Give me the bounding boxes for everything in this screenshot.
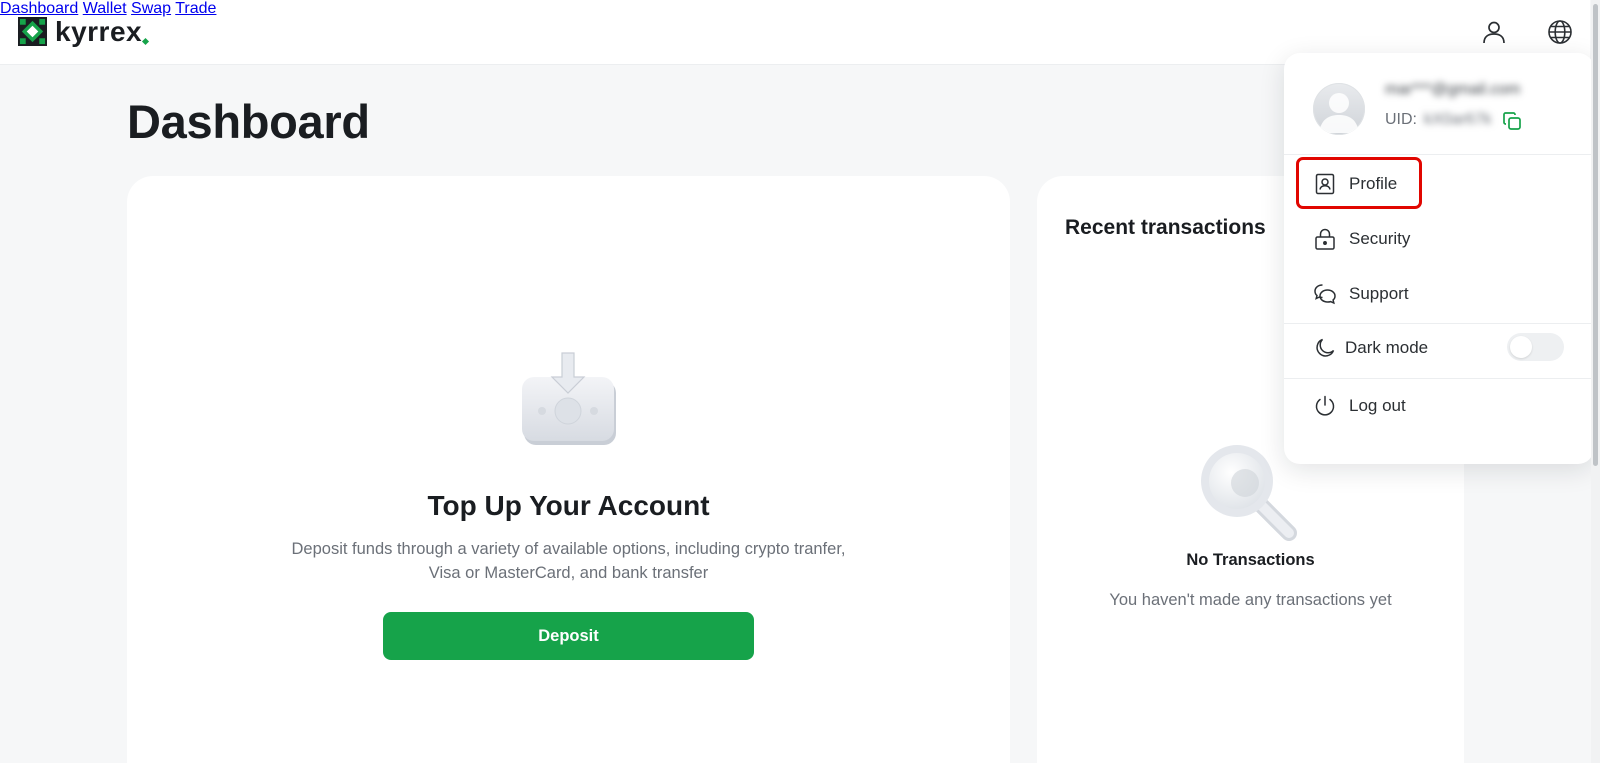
menu-item-label: Security [1349,229,1411,248]
globe-icon[interactable] [1547,19,1573,45]
user-dropdown-menu: mar***@gmail.com UID: kX0ar67k Profile S… [1284,53,1594,464]
page-title: Dashboard [127,95,370,148]
user-icon[interactable] [1481,19,1507,45]
avatar [1313,83,1365,135]
no-transactions-description: You haven't made any transactions yet [1109,591,1392,609]
menu-item-logout[interactable]: Log out [1284,385,1594,427]
topup-card: Top Up Your Account Deposit funds throug… [127,176,1010,763]
copy-icon[interactable] [1502,111,1522,131]
menu-item-support[interactable]: Support [1284,273,1594,315]
menu-divider [1284,323,1594,324]
moon-icon [1316,338,1335,357]
menu-divider [1284,154,1594,155]
lock-icon [1315,228,1335,250]
uid-label: UID: [1385,111,1417,128]
toggle-knob [1510,336,1532,358]
uid-value: kX0ar67k [1424,111,1492,128]
nav-swap[interactable]: Swap [131,0,171,17]
power-icon [1315,395,1335,416]
user-email: mar***@gmail.com [1385,81,1521,98]
profile-highlight-box [1296,157,1422,209]
nav-dashboard[interactable]: Dashboard [0,0,78,17]
menu-item-label: Support [1349,284,1409,303]
avatar-placeholder-icon [1319,93,1359,133]
menu-item-security[interactable]: Security [1284,218,1594,260]
page-scrollbar[interactable] [1591,0,1600,763]
deposit-cash-icon [522,352,616,445]
scrollbar-thumb[interactable] [1593,4,1598,466]
topup-description: Deposit funds through a variety of avail… [291,540,846,582]
nav-trade[interactable]: Trade [175,0,216,17]
main-nav: Dashboard Wallet Swap Trade [0,0,1590,18]
no-transactions-title: No Transactions [1186,551,1315,569]
kyrrex-logo[interactable]: kyrrex [18,17,150,46]
menu-item-label: Dark mode [1345,338,1429,357]
recent-transactions-title: Recent transactions [1065,216,1266,239]
menu-item-label: Log out [1349,396,1406,415]
logo-mark-icon [18,17,47,46]
chat-bubbles-icon [1314,284,1336,305]
topup-title: Top Up Your Account [427,490,710,521]
nav-wallet[interactable]: Wallet [83,0,127,17]
menu-divider [1284,378,1594,379]
deposit-button[interactable]: Deposit [383,612,754,660]
logo-wordmark: kyrrex [55,17,150,46]
dark-mode-toggle[interactable] [1507,333,1564,361]
